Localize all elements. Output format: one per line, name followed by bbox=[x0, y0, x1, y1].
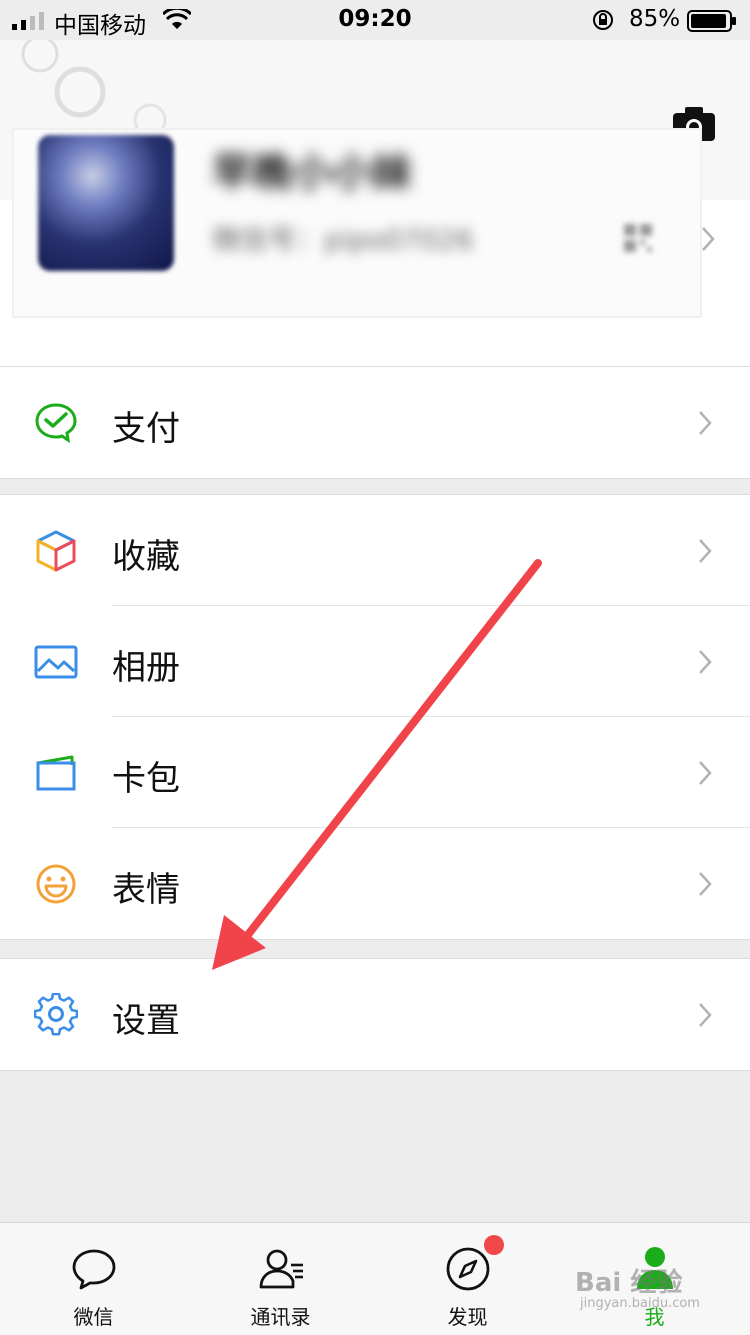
menu-item-pay[interactable]: 支付 bbox=[0, 367, 750, 478]
chat-bubble-icon bbox=[72, 1249, 116, 1290]
chevron-right-icon bbox=[699, 650, 712, 674]
menu-item-album[interactable]: 相册 bbox=[0, 606, 750, 717]
compass-icon bbox=[446, 1247, 490, 1291]
menu-item-label: 收藏 bbox=[112, 537, 180, 577]
wechat-pay-icon bbox=[35, 403, 77, 444]
album-icon bbox=[34, 645, 78, 679]
card-wallet-icon bbox=[36, 755, 76, 791]
menu-group-content: 收藏 相册 卡包 表情 bbox=[0, 494, 750, 940]
profile-nickname: 早晚小小妹 bbox=[212, 150, 412, 196]
tab-label: 通讯录 bbox=[250, 1305, 311, 1329]
baidu-watermark: Bai 经验 bbox=[575, 1268, 683, 1298]
chevron-right-icon bbox=[699, 411, 712, 435]
favorites-cube-icon bbox=[36, 530, 76, 572]
battery-percent: 85% bbox=[629, 6, 681, 32]
rotation-lock-icon bbox=[593, 10, 613, 30]
chevron-right-icon bbox=[699, 539, 712, 563]
menu-item-settings[interactable]: 设置 bbox=[0, 959, 750, 1070]
tab-label: 微信 bbox=[73, 1305, 114, 1329]
menu-item-favorites[interactable]: 收藏 bbox=[0, 495, 750, 606]
notification-dot bbox=[484, 1235, 504, 1255]
tab-label: 发现 bbox=[447, 1305, 488, 1329]
menu-item-emoji[interactable]: 表情 bbox=[0, 828, 750, 939]
battery-icon bbox=[687, 10, 736, 32]
menu-item-label: 卡包 bbox=[112, 759, 180, 799]
gear-icon bbox=[34, 993, 78, 1036]
tab-contacts[interactable]: 通讯录 bbox=[187, 1223, 374, 1335]
menu-item-label: 设置 bbox=[112, 1001, 180, 1041]
status-bar: 中国移动 09:20 85% bbox=[0, 0, 750, 40]
menu-group-settings: 设置 bbox=[0, 958, 750, 1071]
profile-header: 早晚小小妹 微信号：pipo07026 bbox=[0, 40, 750, 390]
chevron-right-icon bbox=[699, 872, 712, 896]
menu-item-label: 表情 bbox=[112, 870, 180, 910]
avatar[interactable] bbox=[38, 135, 174, 271]
menu-item-label: 相册 bbox=[112, 648, 180, 688]
profile-wechat-id: 微信号：pipo07026 bbox=[212, 223, 474, 256]
tab-discover[interactable]: 发现 bbox=[374, 1223, 561, 1335]
chevron-right-icon bbox=[702, 227, 715, 251]
qr-code-icon[interactable] bbox=[622, 222, 654, 254]
chevron-right-icon bbox=[699, 761, 712, 785]
contacts-icon bbox=[259, 1249, 303, 1289]
baidu-watermark-url: jingyan.baidu.com bbox=[580, 1296, 700, 1311]
menu-item-card-wallet[interactable]: 卡包 bbox=[0, 717, 750, 828]
chevron-right-icon bbox=[699, 1003, 712, 1027]
menu-item-label: 支付 bbox=[112, 409, 180, 449]
emoji-smile-icon bbox=[36, 864, 76, 904]
tab-chats[interactable]: 微信 bbox=[0, 1223, 187, 1335]
menu-group-pay: 支付 bbox=[0, 366, 750, 479]
